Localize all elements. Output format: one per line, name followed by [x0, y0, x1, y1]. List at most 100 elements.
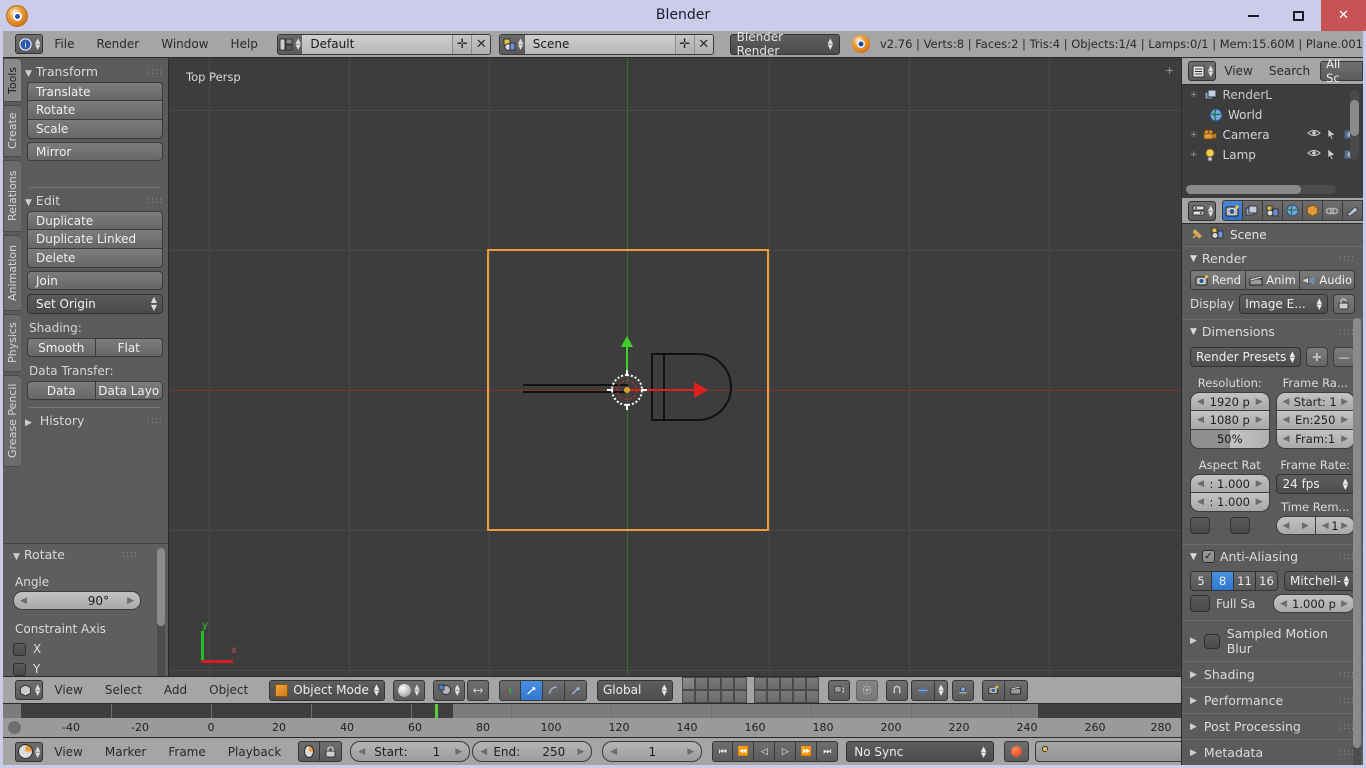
- layer-cell[interactable]: [806, 677, 819, 690]
- screen-layout-value[interactable]: Default: [302, 34, 453, 54]
- screen-layout-selector[interactable]: ▲ ▼ Default ✛ ✕: [276, 33, 492, 55]
- outliner-horizontal-scrollbar[interactable]: [1186, 185, 1336, 194]
- render-layers-tab-icon[interactable]: [1242, 200, 1263, 221]
- outliner-row-renderlayers[interactable]: + RenderL: [1182, 85, 1363, 105]
- layer-cell[interactable]: [734, 677, 747, 690]
- add-scene-button[interactable]: ✛: [674, 34, 694, 54]
- editor-type-selector-timeline[interactable]: ▲ ▼: [15, 741, 44, 762]
- cursor-arrow-icon[interactable]: [1327, 127, 1337, 143]
- join-button[interactable]: Join: [27, 271, 163, 290]
- rotate-circle-manipulator-icon[interactable]: [543, 679, 565, 701]
- tab-physics[interactable]: Physics: [3, 314, 21, 372]
- record-button[interactable]: [1004, 741, 1030, 762]
- shade-flat-button[interactable]: Flat: [95, 338, 163, 357]
- 3d-menu-object[interactable]: Object: [198, 680, 259, 700]
- play-reverse-button[interactable]: ◁: [754, 741, 776, 762]
- scene-selector[interactable]: ▲ ▼ Scene ✛ ✕: [499, 33, 714, 55]
- aa-sample-11[interactable]: 11: [1234, 571, 1256, 591]
- 3d-menu-select[interactable]: Select: [94, 680, 153, 700]
- 3d-viewport[interactable]: Top Persp + y x: [170, 58, 1181, 703]
- display-mode-dropdown[interactable]: Image E... ▲ ▼: [1239, 294, 1328, 314]
- pin-icon[interactable]: [1190, 227, 1204, 244]
- timeline-menu-playback[interactable]: Playback: [217, 742, 293, 762]
- timeline-editor[interactable]: -40 -20 0 20 40 60 80 100 120 140 160 18…: [3, 703, 1181, 737]
- timeline-ruler[interactable]: -40 -20 0 20 40 60 80 100 120 140 160 18…: [3, 718, 1181, 737]
- render-image-button[interactable]: Rend: [1190, 270, 1246, 290]
- shading-panel-header[interactable]: ▶ Shading ::::: [1182, 661, 1363, 687]
- aa-sample-16[interactable]: 16: [1256, 571, 1278, 591]
- render-presets-dropdown[interactable]: Render Presets ▲ ▼: [1190, 347, 1301, 367]
- arrow-left-icon[interactable]: ◀: [1283, 397, 1290, 407]
- motion-blur-checkbox[interactable]: [1203, 633, 1220, 649]
- snap-during-transform-button[interactable]: [467, 679, 489, 701]
- mirror-button[interactable]: Mirror: [27, 142, 163, 161]
- tab-create[interactable]: Create: [3, 105, 21, 157]
- layer-cell[interactable]: [682, 677, 695, 690]
- jump-to-end-button[interactable]: ⏭: [817, 741, 839, 762]
- rotate-operator-header[interactable]: ▼ Rotate ::::: [13, 544, 158, 565]
- 3d-cursor[interactable]: [607, 370, 647, 410]
- modifiers-tab-icon[interactable]: [1342, 200, 1363, 221]
- checkbox-x-icon[interactable]: [13, 642, 26, 656]
- eye-icon[interactable]: [1307, 148, 1321, 163]
- proportional-edit-icon[interactable]: [856, 679, 878, 701]
- arrow-right-icon[interactable]: ▶: [1341, 415, 1348, 425]
- shade-smooth-button[interactable]: Smooth: [27, 338, 96, 357]
- delete-button[interactable]: Delete: [27, 249, 163, 268]
- arrow-left-icon[interactable]: ◀: [480, 747, 487, 757]
- viewport-shading-selector[interactable]: ▲ ▼: [393, 679, 425, 701]
- layer-cell[interactable]: [708, 677, 721, 690]
- arrow-left-icon[interactable]: ◀: [20, 596, 27, 606]
- angle-field[interactable]: ◀ 90° ▶: [13, 591, 141, 610]
- end-frame-field[interactable]: ◀ End: 250 ▶: [472, 741, 593, 762]
- arrow-right-icon[interactable]: ▶: [455, 747, 462, 757]
- layer-cell[interactable]: [695, 690, 708, 703]
- outliner-vertical-scrollbar[interactable]: [1350, 90, 1359, 160]
- cursor-arrow-icon[interactable]: [1327, 147, 1337, 163]
- pivot-point-selector[interactable]: ▲ ▼: [432, 679, 465, 701]
- close-button[interactable]: ✕: [1321, 0, 1366, 31]
- checkbox-y-icon[interactable]: [13, 662, 26, 676]
- outliner-row-world[interactable]: World: [1182, 105, 1363, 125]
- constraint-axis-y-row[interactable]: Y: [13, 662, 158, 676]
- scene-layers-group-2[interactable]: [754, 677, 819, 703]
- time-remap-old-field[interactable]: ◀ ▶: [1275, 516, 1316, 535]
- outliner-row-camera[interactable]: + Camera: [1182, 125, 1363, 145]
- timeline-menu-view[interactable]: View: [43, 742, 93, 762]
- timeline-menu-frame[interactable]: Frame: [157, 742, 216, 762]
- arrow-left-icon[interactable]: ◀: [358, 747, 365, 757]
- interaction-mode-selector[interactable]: Object Mode ▲ ▼: [269, 679, 386, 701]
- render-engine-selector[interactable]: Blender Render ▲ ▼: [729, 30, 840, 58]
- set-origin-dropdown[interactable]: Set Origin ▲ ▼: [27, 294, 163, 314]
- layer-cell[interactable]: [721, 690, 734, 703]
- transform-panel-header[interactable]: ▼ Transform ::::: [21, 61, 168, 82]
- arrow-right-icon[interactable]: ▶: [1341, 397, 1348, 407]
- layer-cell[interactable]: [721, 677, 734, 690]
- remove-preset-button[interactable]: —: [1333, 347, 1355, 367]
- menu-render[interactable]: Render: [85, 34, 150, 54]
- arrow-left-icon[interactable]: ◀: [1280, 599, 1287, 609]
- maximize-button[interactable]: [1276, 0, 1321, 31]
- frame-start-field[interactable]: ◀ Start: 1 ▶: [1275, 392, 1355, 411]
- outliner-display-mode[interactable]: All Sc: [1320, 57, 1363, 85]
- arrow-left-icon[interactable]: ◀: [1283, 521, 1290, 531]
- menu-help[interactable]: Help: [220, 34, 269, 54]
- layer-cell[interactable]: [806, 690, 819, 703]
- auto-key-icon[interactable]: [298, 741, 321, 762]
- editor-type-selector-outliner[interactable]: ▲ ▼: [1188, 61, 1217, 81]
- resolution-y-field[interactable]: ◀ 1080 p ▶: [1190, 411, 1270, 430]
- arrow-left-icon[interactable]: ◀: [1197, 497, 1204, 507]
- arrow-right-icon[interactable]: ▶: [1302, 521, 1309, 531]
- manipulator-z-arrow[interactable]: [621, 336, 633, 347]
- arrow-left-icon[interactable]: ◀: [1197, 397, 1204, 407]
- resolution-percentage-slider[interactable]: 50%: [1190, 430, 1270, 449]
- render-animation-icon[interactable]: [1005, 679, 1028, 701]
- scene-value[interactable]: Scene: [524, 34, 675, 54]
- 3d-menu-view[interactable]: View: [43, 680, 93, 700]
- data-layout-transfer-button[interactable]: Data Layo: [95, 381, 163, 400]
- render-audio-button[interactable]: Audio: [1300, 270, 1356, 290]
- snap-closest-icon[interactable]: [911, 679, 935, 701]
- duplicate-linked-button[interactable]: Duplicate Linked: [27, 230, 163, 249]
- translate-manipulator-icon[interactable]: [499, 679, 521, 701]
- layer-cell[interactable]: [793, 677, 806, 690]
